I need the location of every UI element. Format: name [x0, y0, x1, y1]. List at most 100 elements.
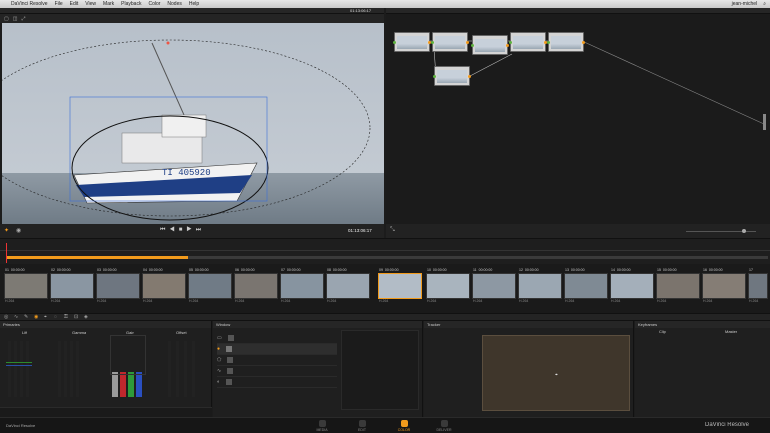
clip-thumb[interactable]: 16 00:00:00 H.264 [702, 267, 746, 307]
menu-nodes[interactable]: Nodes [167, 1, 181, 7]
spotlight-icon[interactable]: ⌕ [763, 1, 766, 7]
node-1[interactable] [393, 32, 431, 52]
gain-g-bar[interactable] [128, 372, 134, 397]
clip-thumb[interactable]: 02 00:00:00 H.264 [50, 267, 94, 307]
clip-thumb[interactable]: 07 00:00:00 H.264 [280, 267, 324, 307]
blur-icon[interactable]: ◌ [54, 314, 59, 320]
menu-edit[interactable]: Edit [70, 1, 79, 7]
viewer-tool-icon[interactable]: ◫ [13, 16, 18, 22]
window-panel: Window ▭ ● ⬠ ∿ ◐ [213, 321, 423, 417]
clip-thumb[interactable]: 14 00:00:00 H.264 [610, 267, 654, 307]
node-5[interactable] [547, 32, 585, 52]
window-panel-title: Window [216, 322, 231, 327]
zoom-slider-handle[interactable] [742, 229, 746, 233]
viewer-timecode: 01:13:06:17 [348, 228, 372, 233]
clip-thumb[interactable]: 11 00:00:00 H.264 [472, 267, 516, 307]
lift-y-bar[interactable] [8, 341, 11, 397]
lift-b-bar[interactable] [26, 341, 29, 397]
nav-color[interactable]: COLOR [394, 420, 414, 432]
tracker-panel: Tracker ⌖ [424, 321, 634, 417]
gamma-g-bar[interactable] [70, 341, 73, 397]
menu-view[interactable]: View [85, 1, 96, 7]
clip-thumb[interactable]: 08 00:00:00 H.264 [326, 267, 370, 307]
gain-y-bar[interactable] [112, 372, 118, 397]
audio-icon[interactable]: ◉ [16, 227, 21, 234]
offset-b-bar[interactable] [192, 341, 195, 397]
footer-brand-left: DaVinci Resolve [6, 423, 36, 428]
keyframes-panel: Keyframes Clip Master [635, 321, 770, 417]
lift-g-bar[interactable] [20, 341, 23, 397]
palette-toolbar: ◎ ∿ ✎ ◉ ⌖ ◌ ⚿ ⊡ ◈ [0, 313, 770, 321]
key-icon[interactable]: ⚿ [64, 314, 69, 320]
node-3[interactable] [471, 35, 509, 55]
clip-thumb[interactable]: 04 00:00:00 H.264 [142, 267, 186, 307]
page-nav: DaVinci Resolve MEDIA EDIT COLOR DELIVER… [0, 417, 770, 433]
menu-mark[interactable]: Mark [103, 1, 114, 7]
transport-controls[interactable]: ⏮◀■▶⏭ [160, 227, 205, 234]
window-row-linear[interactable]: ▭ [217, 333, 337, 344]
clip-thumb[interactable]: 05 00:00:00 H.264 [188, 267, 232, 307]
video-viewer[interactable]: TI 405920 [2, 23, 384, 224]
clip-thumb[interactable]: 12 00:00:00 H.264 [518, 267, 562, 307]
gain-b-bar[interactable] [136, 372, 142, 397]
menubar: DaVinci Resolve File Edit View Mark Play… [0, 0, 770, 8]
color-icon [400, 420, 408, 427]
gain-r-bar[interactable] [120, 372, 126, 397]
clip-thumb[interactable]: 06 00:00:00 H.264 [234, 267, 278, 307]
node-4[interactable] [509, 32, 547, 52]
tracker-values [428, 331, 478, 411]
window-row-curve[interactable]: ∿ [217, 366, 337, 377]
expand-icon[interactable]: ⤡ [390, 227, 395, 234]
qualifier-icon[interactable]: ✎ [24, 314, 29, 320]
window-row-gradient[interactable]: ◐ [217, 377, 337, 388]
clip-thumb-selected[interactable]: 09 00:00:00 H.264 [378, 267, 422, 307]
gamma-b-bar[interactable] [76, 341, 79, 397]
mini-timeline[interactable] [0, 238, 770, 264]
window-transform-controls[interactable] [341, 330, 419, 410]
node-editor[interactable] [386, 14, 770, 224]
offset-r-bar[interactable] [176, 341, 179, 397]
viewer-toolbar: ▢ ◫ ⤢ [0, 14, 384, 23]
window-handle[interactable] [166, 41, 170, 45]
node-6[interactable] [433, 66, 471, 86]
viewer-transport: ✦ ◉ ⏮◀■▶⏭ 01:13:06:17 [0, 224, 384, 238]
nav-edit[interactable]: EDIT [352, 420, 372, 432]
app-menu[interactable]: DaVinci Resolve [11, 1, 48, 7]
offset-y-bar[interactable] [168, 341, 171, 397]
offset-g-bar[interactable] [184, 341, 187, 397]
master-column-label: Master [725, 329, 738, 334]
gamma-y-bar[interactable] [58, 341, 61, 397]
viewer-tool-icon[interactable]: ⤢ [21, 16, 25, 22]
clip-thumb[interactable]: 15 00:00:00 H.264 [656, 267, 700, 307]
crosshair-icon: ⌖ [555, 372, 558, 378]
sizing-icon[interactable]: ⊡ [74, 314, 79, 320]
menu-help[interactable]: Help [189, 1, 199, 7]
3d-icon[interactable]: ◈ [84, 314, 89, 320]
menubar-user[interactable]: jean-michel [732, 1, 758, 7]
timeline-progress [6, 256, 188, 259]
nav-media[interactable]: MEDIA [312, 420, 332, 432]
menu-color[interactable]: Color [148, 1, 160, 7]
node-2[interactable] [431, 32, 469, 52]
clip-thumb[interactable]: 01 00:00:00 H.264 [4, 267, 48, 307]
curves-icon[interactable]: ∿ [14, 314, 19, 320]
menu-file[interactable]: File [55, 1, 63, 7]
clip-thumb[interactable]: 17 H.264 [748, 267, 768, 307]
clip-thumb[interactable]: 03 00:00:00 H.264 [96, 267, 140, 307]
gamma-r-bar[interactable] [64, 341, 67, 397]
lift-r-bar[interactable] [14, 341, 17, 397]
clip-thumb[interactable]: 10 00:00:00 H.264 [426, 267, 470, 307]
mode-icon[interactable]: ✦ [4, 227, 9, 234]
window-row-circle[interactable]: ● [217, 344, 337, 355]
clip-thumb[interactable]: 13 00:00:00 H.264 [564, 267, 608, 307]
color-wheels-icon[interactable]: ◎ [4, 314, 9, 320]
tracker-icon[interactable]: ⌖ [44, 314, 49, 320]
menu-playback[interactable]: Playback [121, 1, 141, 7]
viewer-tool-icon[interactable]: ▢ [4, 16, 9, 22]
nav-deliver[interactable]: DELIVER [434, 420, 454, 432]
node-editor-footer: ⤡ [386, 224, 770, 238]
window-row-polygon[interactable]: ⬠ [217, 355, 337, 366]
window-icon[interactable]: ◉ [34, 314, 39, 320]
playhead[interactable] [6, 243, 7, 263]
tracker-graph[interactable]: ⌖ [482, 335, 630, 411]
